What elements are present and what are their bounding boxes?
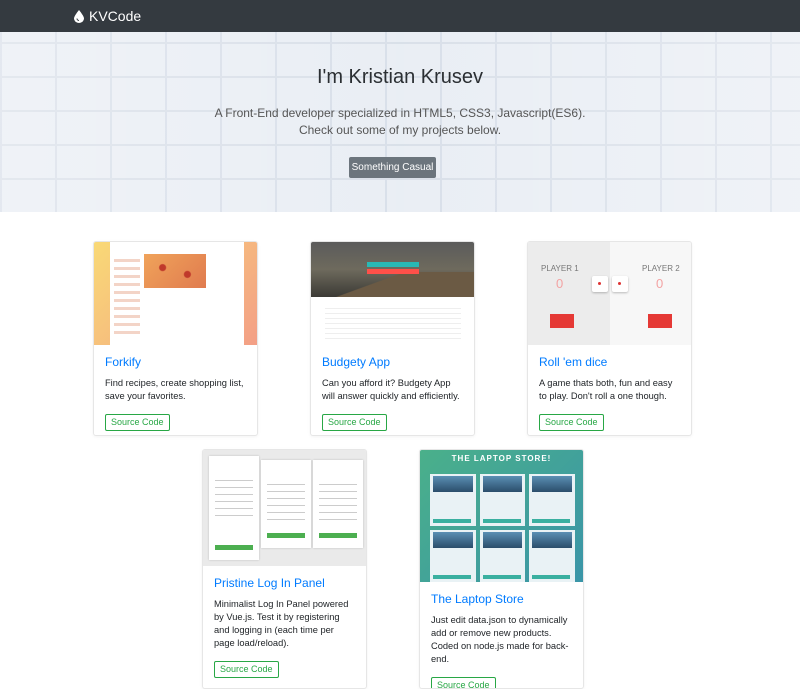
forkify-thumbnail-list [114,254,140,334]
hero-lead: A Front-End developer specialized in HTM… [0,105,800,139]
laptop-product-tile [480,474,526,526]
project-card-laptop-store: THE LAPTOP STORE! The Laptop Store Just … [419,449,584,689]
login-thumbnail-panel [313,460,363,548]
dice-thumbnail-player1: PLAYER 1 [541,264,579,273]
dice-thumbnail-die [592,276,608,292]
login-thumbnail-panel [261,460,311,548]
source-code-button[interactable]: Source Code [105,414,170,431]
login-thumbnail-fields [319,478,357,526]
budgety-thumbnail-hill [311,272,474,297]
brand-link[interactable]: KVCode [74,8,141,24]
budgety-thumbnail-expense-bar [367,269,419,274]
login-thumbnail-panel [209,456,259,560]
login-thumbnail-submit [267,533,305,538]
budgety-thumbnail[interactable] [311,242,474,345]
dice-thumbnail[interactable]: PLAYER 1 PLAYER 2 0 0 [528,242,691,345]
project-card-budgety: Budgety App Can you afford it? Budgety A… [310,241,475,436]
dice-thumbnail-active-panel [528,242,610,345]
laptop-store-thumbnail[interactable]: THE LAPTOP STORE! [420,450,583,582]
hero-title: I'm Kristian Krusev [0,66,800,89]
project-card-forkify: Forkify Find recipes, create shopping li… [93,241,258,436]
hero-lead-line2: Check out some of my projects below. [0,122,800,139]
dice-thumbnail-box [648,314,672,328]
hero: I'm Kristian Krusev A Front-End develope… [0,32,800,212]
card-description: Minimalist Log In Panel powered by Vue.j… [214,598,356,650]
laptop-thumbnail-title: THE LAPTOP STORE! [420,454,583,463]
login-thumbnail[interactable] [203,450,366,566]
brand-text: KVCode [89,8,141,24]
dice-thumbnail-die [612,276,628,292]
source-code-button[interactable]: Source Code [322,414,387,431]
laptop-product-tile [529,474,575,526]
dice-thumbnail-score1: 0 [556,276,563,291]
login-thumbnail-fields [215,474,253,522]
card-title[interactable]: Forkify [105,355,247,369]
drop-icon [74,10,84,23]
laptop-product-tile [529,530,575,582]
navbar: KVCode [0,0,800,32]
forkify-thumbnail-pizza [144,254,206,288]
budgety-thumbnail-income-bar [367,262,419,267]
card-title[interactable]: Pristine Log In Panel [214,576,356,590]
card-title[interactable]: The Laptop Store [431,592,573,606]
hero-lead-line1: A Front-End developer specialized in HTM… [0,105,800,122]
card-description: Find recipes, create shopping list, save… [105,377,247,403]
login-thumbnail-submit [319,533,357,538]
laptop-product-tile [430,530,476,582]
card-description: A game thats both, fun and easy to play.… [539,377,681,403]
card-title[interactable]: Budgety App [322,355,464,369]
dice-thumbnail-box [550,314,574,328]
project-card-dice: PLAYER 1 PLAYER 2 0 0 Roll 'em dice A ga… [527,241,692,436]
card-description: Can you afford it? Budgety App will answ… [322,377,464,403]
forkify-thumbnail[interactable] [94,242,257,345]
card-description: Just edit data.json to dynamically add o… [431,614,573,666]
login-thumbnail-submit [215,545,253,550]
dice-thumbnail-score2: 0 [656,276,663,291]
project-card-login-panel: Pristine Log In Panel Minimalist Log In … [202,449,367,689]
login-thumbnail-fields [267,478,305,526]
something-casual-button[interactable]: Something Casual [349,157,436,178]
laptop-thumbnail-grid [430,474,575,582]
card-title[interactable]: Roll 'em dice [539,355,681,369]
source-code-button[interactable]: Source Code [214,661,279,678]
laptop-product-tile [430,474,476,526]
laptop-product-tile [480,530,526,582]
source-code-button[interactable]: Source Code [539,414,604,431]
source-code-button[interactable]: Source Code [431,677,496,689]
dice-thumbnail-player2: PLAYER 2 [642,264,680,273]
budgety-thumbnail-list [325,304,461,340]
